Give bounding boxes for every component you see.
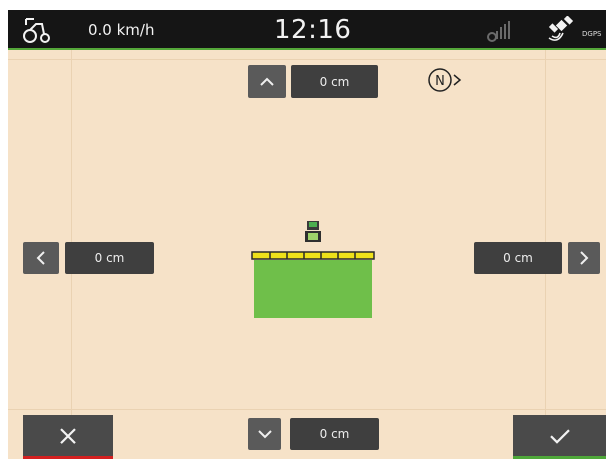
signal-bars-icon <box>487 21 510 42</box>
checkmark-icon <box>549 429 570 444</box>
left-increase-button[interactable] <box>23 242 59 274</box>
right-offset-value[interactable]: 0 cm <box>474 242 562 274</box>
implement-graphic <box>251 221 375 318</box>
work-area <box>254 260 372 318</box>
right-increase-button[interactable] <box>568 242 600 274</box>
screen: 0.0 km/h 12:16 DGPS 0 cm N 0 cm 0 cm 0 c… <box>8 10 606 459</box>
rear-increase-button[interactable] <box>248 418 281 450</box>
chevron-down-icon <box>257 430 272 439</box>
grid-line <box>8 409 606 410</box>
cancel-button[interactable] <box>23 415 113 459</box>
left-offset-value[interactable]: 0 cm <box>65 242 154 274</box>
gps-status-label: DGPS <box>582 30 602 38</box>
front-offset-value[interactable]: 0 cm <box>291 65 378 98</box>
tractor-icon <box>305 221 321 242</box>
rear-offset-value[interactable]: 0 cm <box>290 418 379 450</box>
chevron-up-icon <box>260 77 274 86</box>
chevron-left-icon <box>36 251 45 265</box>
status-bar: 0.0 km/h 12:16 DGPS <box>8 10 606 50</box>
north-label: N <box>435 74 445 89</box>
confirm-button[interactable] <box>513 415 606 459</box>
front-increase-button[interactable] <box>248 65 286 98</box>
north-indicator-icon: N <box>428 68 462 92</box>
speed-readout: 0.0 km/h <box>88 21 155 39</box>
clock: 12:16 <box>274 15 352 45</box>
chevron-right-icon <box>580 251 589 265</box>
gps-satellite-icon <box>548 16 574 41</box>
tractor-icon <box>23 18 50 43</box>
close-icon <box>60 428 76 444</box>
grid-line <box>8 59 606 60</box>
